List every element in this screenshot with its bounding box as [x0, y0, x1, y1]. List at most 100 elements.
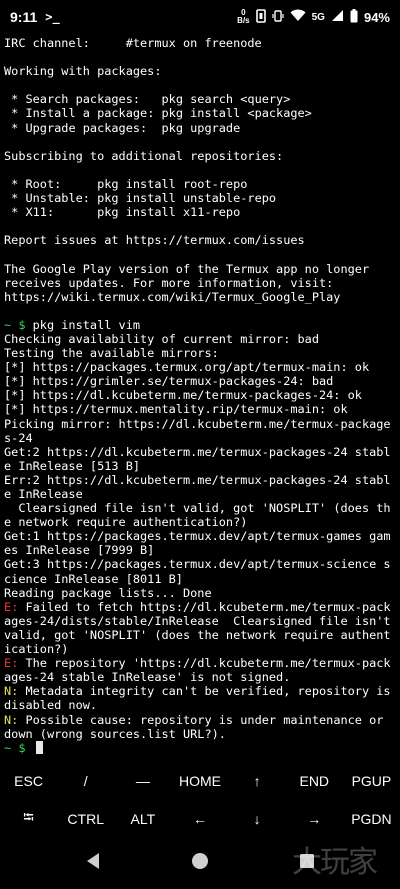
error-tag: E: [4, 599, 19, 614]
extra-key[interactable]: ↓ [229, 800, 286, 838]
terminal-line: * Unstable: pkg install unstable-repo [4, 191, 396, 205]
terminal-line: N: Metadata integrity can't be verified,… [4, 684, 396, 712]
status-right: 0 B/s 5G 94% [237, 8, 390, 26]
extra-key[interactable]: END [286, 762, 343, 800]
terminal-line-text: * Unstable: pkg install unstable-repo [4, 191, 277, 206]
terminal-line-text: * Root: pkg install root-repo [4, 176, 248, 191]
home-icon[interactable] [191, 852, 209, 875]
terminal-line-text: * Upgrade packages: pkg upgrade [4, 120, 241, 135]
terminal-line-text: Testing the available mirrors: [4, 346, 219, 361]
terminal-line: [*] https://termux.mentality.rip/termux-… [4, 402, 396, 416]
terminal-line: Get:2 https://dl.kcubeterm.me/termux-pac… [4, 445, 396, 473]
extra-key[interactable]: — [114, 762, 171, 800]
terminal-line: * Install a package: pkg install <packag… [4, 106, 396, 120]
extra-key[interactable]: → [286, 800, 343, 838]
terminal-line-text [25, 741, 32, 755]
terminal-line: IRC channel: #termux on freenode [4, 36, 396, 50]
terminal-line-text: [*] https://termux.mentality.rip/termux-… [4, 402, 348, 417]
battery-icon [350, 8, 358, 26]
extra-key[interactable]: ← [171, 800, 228, 838]
terminal-line-text: Report issues at https://termux.com/issu… [4, 233, 305, 248]
extra-keys-row-1: ESC / — HOME ↑ END PGUP [0, 762, 400, 800]
terminal-line: ~ $ [4, 740, 396, 755]
terminal-line: Picking mirror: https://dl.kcubeterm.me/… [4, 417, 396, 445]
terminal-line: [*] https://dl.kcubeterm.me/termux-packa… [4, 388, 396, 402]
terminal-line-text: Possible cause: repository is under main… [4, 712, 391, 741]
terminal-line-text: https://wiki.termux.com/wiki/Termux_Goog… [4, 289, 341, 304]
terminal-line: [*] https://packages.termux.org/apt/term… [4, 360, 396, 374]
vibrate-icon [272, 9, 284, 26]
terminal-line-text: * X11: pkg install x11-repo [4, 205, 241, 220]
terminal-line-text: Err:2 https://dl.kcubeterm.me/termux-pac… [4, 472, 391, 501]
extra-key[interactable]: / [57, 762, 114, 800]
terminal-line-text: pkg install vim [25, 317, 141, 332]
terminal-line-text: [*] https://grimler.se/termux-packages-2… [4, 374, 334, 389]
extra-keys-row-2: ⭾ CTRL ALT ← ↓ → PGDN [0, 800, 400, 838]
terminal-line-text: The Google Play version of the Termux ap… [4, 261, 370, 276]
wifi-icon [290, 9, 306, 25]
extra-key[interactable]: ↑ [229, 762, 286, 800]
battery-level: 94% [363, 9, 390, 25]
extra-key[interactable]: PGDN [343, 800, 400, 838]
terminal-line: receives updates. For more information, … [4, 276, 396, 290]
terminal-cursor [35, 740, 43, 754]
terminal-line-text: * Install a package: pkg install <packag… [4, 106, 312, 121]
terminal-line: https://wiki.termux.com/wiki/Termux_Goog… [4, 290, 396, 304]
terminal-line: N: Possible cause: repository is under m… [4, 713, 396, 741]
terminal-line-text: Subscribing to additional repositories: [4, 148, 284, 163]
terminal-line-text: Get:1 https://packages.termux.dev/apt/te… [4, 529, 391, 558]
note-tag: N: [4, 712, 19, 727]
extra-key[interactable]: ALT [114, 800, 171, 838]
terminal-line-text: IRC channel: #termux on freenode [4, 36, 262, 50]
terminal-line-text: [*] https://packages.termux.org/apt/term… [4, 360, 370, 375]
nfc-icon [255, 8, 266, 26]
terminal-line: Report issues at https://termux.com/issu… [4, 233, 396, 247]
terminal-line-text: Working with packages: [4, 64, 162, 79]
terminal-line: ~ $ pkg install vim [4, 318, 396, 332]
terminal-output[interactable]: IRC channel: #termux on freenode Working … [4, 36, 396, 758]
terminal-line-text: Checking availability of current mirror:… [4, 331, 319, 346]
terminal-line: Err:2 https://dl.kcubeterm.me/termux-pac… [4, 473, 396, 501]
terminal-line-text: Failed to fetch https://dl.kcubeterm.me/… [4, 599, 391, 657]
note-tag: N: [4, 684, 19, 699]
terminal-line-text: Clearsigned file isn't valid, got 'NOSPL… [4, 501, 391, 530]
network-rate-unit: B/s [237, 16, 250, 25]
extra-keys-bar: ESC / — HOME ↑ END PGUP ⭾ CTRL ALT ← ↓ → PGDN [0, 762, 400, 838]
terminal-line: * Root: pkg install root-repo [4, 177, 396, 191]
extra-key[interactable]: CTRL [57, 800, 114, 838]
terminal-line: * Search packages: pkg search <query> [4, 92, 396, 106]
terminal-line-text: [*] https://dl.kcubeterm.me/termux-packa… [4, 388, 362, 403]
terminal-line: Testing the available mirrors: [4, 346, 396, 360]
shell-prompt: ~ $ [4, 740, 26, 755]
shell-prompt: ~ $ [4, 317, 26, 332]
extra-key[interactable]: ⭾ [0, 800, 57, 838]
terminal-line: * Upgrade packages: pkg upgrade [4, 121, 396, 135]
terminal-line: Working with packages: [4, 64, 396, 78]
status-bar: 9:11 >_ 0 B/s 5G 94% [0, 0, 400, 34]
back-icon[interactable] [85, 852, 101, 875]
extra-key[interactable]: ESC [0, 762, 57, 800]
terminal-line-text: * Search packages: pkg search <query> [4, 92, 291, 107]
terminal-line: * X11: pkg install x11-repo [4, 205, 396, 219]
extra-key[interactable]: PGUP [343, 762, 400, 800]
terminal-line: Get:3 https://packages.termux.dev/apt/te… [4, 557, 396, 585]
extra-key[interactable]: HOME [171, 762, 228, 800]
watermark-logo: 大玩家 [292, 845, 378, 880]
terminal-line: Reading package lists... Done [4, 586, 396, 600]
terminal-line: E: The repository 'https://dl.kcubeterm.… [4, 656, 396, 684]
network-type: 5G [311, 11, 325, 23]
terminal-notification-icon: >_ [45, 10, 60, 24]
terminal-line: Get:1 https://packages.termux.dev/apt/te… [4, 529, 396, 557]
terminal-line-text: Get:3 https://packages.termux.dev/apt/te… [4, 557, 391, 586]
terminal-line: Checking availability of current mirror:… [4, 332, 396, 346]
terminal-line: E: Failed to fetch https://dl.kcubeterm.… [4, 600, 396, 656]
network-rate: 0 B/s [237, 9, 249, 25]
signal-icon [331, 9, 344, 25]
error-tag: E: [4, 656, 19, 671]
